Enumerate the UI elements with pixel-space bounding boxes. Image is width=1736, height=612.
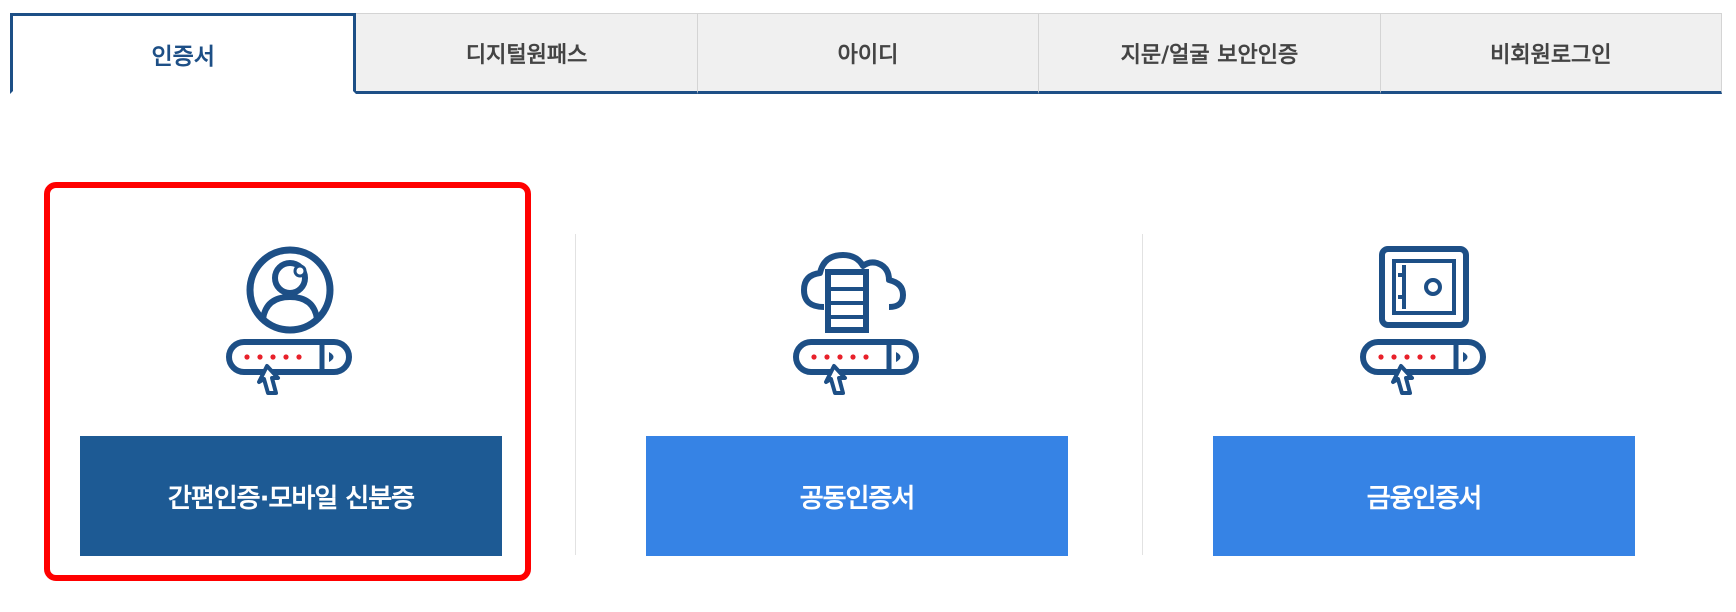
method-simple-auth: 간편인증·모바일 신분증	[44, 182, 611, 581]
safe-password-icon	[1348, 235, 1498, 405]
tab-digital-onepass[interactable]: 디지털원패스	[356, 13, 698, 94]
login-tabs: 인증서 디지털원패스 아이디 지문/얼굴 보안인증 비회원로그인	[10, 13, 1723, 94]
method-financial-certificate: 금융인증서	[1178, 195, 1736, 580]
joint-certificate-button[interactable]: 공동인증서	[646, 436, 1068, 556]
tab-certificate[interactable]: 인증서	[10, 13, 357, 94]
tab-guest-login[interactable]: 비회원로그인	[1380, 13, 1723, 94]
method-joint-certificate: 공동인증서	[611, 195, 1178, 580]
cloud-server-password-icon	[781, 235, 931, 405]
tab-biometric[interactable]: 지문/얼굴 보안인증	[1039, 13, 1381, 94]
user-password-icon	[214, 235, 364, 405]
login-page: 인증서 디지털원패스 아이디 지문/얼굴 보안인증 비회원로그인 간편인증·모바…	[0, 0, 1736, 612]
simple-auth-button[interactable]: 간편인증·모바일 신분증	[80, 436, 502, 556]
tab-id[interactable]: 아이디	[697, 13, 1040, 94]
financial-certificate-button[interactable]: 금융인증서	[1213, 436, 1635, 556]
